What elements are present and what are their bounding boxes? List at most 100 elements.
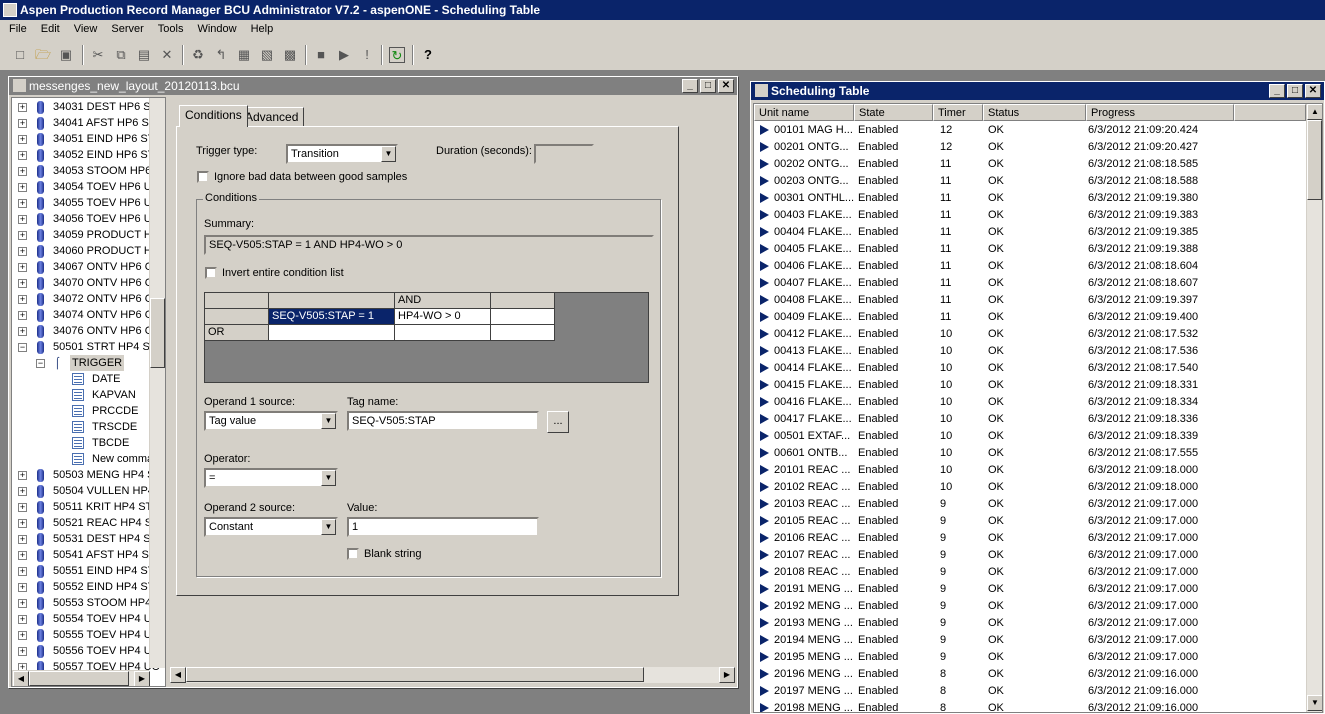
bcu-tree[interactable]: + 34031 DEST HP6 ST + 34041 AFST HP6 ST + … [11,97,166,687]
scroll-left-icon[interactable]: ◀ [13,671,29,686]
schedule-row[interactable]: 00202 ONTG... Enabled 11 OK 6/3/2012 21:08:1… [754,156,1306,173]
expand-icon[interactable]: + [18,231,27,240]
play-icon[interactable]: ▶ [336,47,352,63]
tree-hscroll-thumb[interactable] [29,671,129,686]
grid-cell-empty[interactable] [491,325,555,341]
tagname-input[interactable]: SEQ-V505:STAP [347,411,539,431]
properties-hscroll-thumb[interactable] [186,667,644,682]
schedule-row[interactable]: 20102 REAC ... Enabled 10 OK 6/3/2012 21:09:… [754,479,1306,496]
tree-unit[interactable]: + 50521 REAC HP4 ST [12,515,159,531]
tree-field[interactable]: DATE [12,371,149,387]
condition-grid[interactable]: AND SEQ-V505:STAP = 1 HP4-WO > 0 OR [204,292,649,383]
tree-unit[interactable]: − 50501 STRT HP4 ST [12,339,157,355]
expand-icon[interactable]: + [18,103,27,112]
tree-field[interactable]: PRCCDE [12,403,149,419]
tab-conditions[interactable]: Conditions [179,105,248,127]
scroll-left-icon[interactable]: ◀ [170,667,186,683]
schedule-row[interactable]: 00203 ONTG... Enabled 11 OK 6/3/2012 21:08:1… [754,173,1306,190]
schedule-row[interactable]: 20101 REAC ... Enabled 10 OK 6/3/2012 21:09:… [754,462,1306,479]
schedule-row[interactable]: 20193 MENG ... Enabled 9 OK 6/3/2012 21:09:1… [754,615,1306,632]
grid-cell-condition-1[interactable]: SEQ-V505:STAP = 1 [269,309,395,325]
col-header-unit[interactable]: Unit name [754,104,854,121]
schedule-row[interactable]: 20103 REAC ... Enabled 9 OK 6/3/2012 21:09:1… [754,496,1306,513]
menu-server[interactable]: Server [111,23,143,35]
grid-cell-empty[interactable] [491,309,555,325]
tree-field[interactable]: TRSCDE [12,419,149,435]
tree-unit[interactable]: + 50552 EIND HP4 ST [12,579,155,595]
grid-col-header-1[interactable] [269,293,395,309]
operand1-select[interactable]: Tag value ▼ [204,411,338,431]
operator-select[interactable]: = ▼ [204,468,338,488]
tree-unit[interactable]: + 50554 TOEV HP4 UC [12,611,160,627]
expand-icon[interactable]: + [18,183,27,192]
schedule-row[interactable]: 00415 FLAKE... Enabled 10 OK 6/3/2012 21:09:… [754,377,1306,394]
grid-cell-empty[interactable] [395,325,491,341]
expand-icon[interactable]: + [18,247,27,256]
grid-cell-empty[interactable] [269,325,395,341]
paste-icon[interactable]: ▤ [136,47,152,63]
tree-vscroll[interactable] [149,98,165,668]
add-unit-icon[interactable]: ♻ [190,47,206,63]
schedule-row[interactable]: 20191 MENG ... Enabled 9 OK 6/3/2012 21:09:1… [754,581,1306,598]
stop-icon[interactable]: ■ [313,47,329,63]
col-header-status[interactable]: Status [983,104,1086,121]
tree-unit[interactable]: + 34051 EIND HP6 ST [12,131,155,147]
add-table-icon[interactable]: ▩ [282,47,298,63]
expand-icon[interactable]: + [18,567,27,576]
tree-unit[interactable]: + 34053 STOOM HP6 [12,163,151,179]
grid-col-header-and[interactable]: AND [395,293,491,309]
collapse-icon[interactable]: − [36,359,45,368]
tree-vscroll-thumb[interactable] [150,298,165,368]
refresh-icon[interactable]: ↻ [389,47,405,63]
expand-icon[interactable]: + [18,599,27,608]
chevron-down-icon[interactable]: ▼ [321,519,336,535]
schedule-row[interactable]: 20194 MENG ... Enabled 9 OK 6/3/2012 21:09:1… [754,632,1306,649]
tree-unit[interactable]: + 50556 TOEV HP4 UC [12,643,160,659]
expand-icon[interactable]: + [18,551,27,560]
tree-unit[interactable]: + 34059 PRODUCT HF [12,227,159,243]
menu-view[interactable]: View [74,23,98,35]
tree-unit[interactable]: + 50551 EIND HP4 ST [12,563,155,579]
schedule-row[interactable]: 20106 REAC ... Enabled 9 OK 6/3/2012 21:09:1… [754,530,1306,547]
schedule-row[interactable]: 20105 REAC ... Enabled 9 OK 6/3/2012 21:09:1… [754,513,1306,530]
expand-icon[interactable]: + [18,119,27,128]
schedule-row[interactable]: 20192 MENG ... Enabled 9 OK 6/3/2012 21:09:1… [754,598,1306,615]
menu-window[interactable]: Window [197,23,236,35]
tree-unit[interactable]: + 34052 EIND HP6 ST [12,147,155,163]
expand-icon[interactable]: + [18,263,27,272]
tree-unit[interactable]: + 50511 KRIT HP4 STI [12,499,155,515]
tree-unit[interactable]: + 50555 TOEV HP4 UC [12,627,160,643]
grid-col-header-3[interactable] [491,293,555,309]
close-button[interactable]: ✕ [1305,84,1321,98]
schedule-row[interactable]: 00412 FLAKE... Enabled 10 OK 6/3/2012 21:08:… [754,326,1306,343]
chevron-down-icon[interactable]: ▼ [321,470,336,486]
expand-icon[interactable]: + [18,583,27,592]
tree-unit[interactable]: + 34056 TOEV HP6 UC [12,211,160,227]
minimize-button[interactable]: _ [682,79,698,93]
scroll-right-icon[interactable]: ▶ [719,667,735,683]
tree-field[interactable]: KAPVAN [12,387,149,403]
save-icon[interactable]: ▣ [58,47,74,63]
tree-trigger[interactable]: − ⌠ TRIGGER [12,355,149,371]
close-button[interactable]: ✕ [718,79,734,93]
expand-icon[interactable]: + [18,615,27,624]
tree-unit[interactable]: + 34054 TOEV HP6 UC [12,179,160,195]
schedule-row[interactable]: 20108 REAC ... Enabled 9 OK 6/3/2012 21:09:1… [754,564,1306,581]
app-icon[interactable] [3,3,17,17]
cut-icon[interactable]: ✂ [90,47,106,63]
grid-cell-condition-2[interactable]: HP4-WO > 0 [395,309,491,325]
schedule-row[interactable]: 20196 MENG ... Enabled 8 OK 6/3/2012 21:09:1… [754,666,1306,683]
scroll-down-icon[interactable]: ▼ [1307,695,1322,711]
tab-advanced[interactable]: Advanced [239,107,305,127]
expand-icon[interactable]: + [18,631,27,640]
expand-icon[interactable]: + [18,487,27,496]
chevron-down-icon[interactable]: ▼ [381,146,396,162]
help-icon[interactable]: ? [420,47,436,63]
tree-unit[interactable]: + 34076 ONTV HP6 O' [12,323,155,339]
tree-unit[interactable]: + 50531 DEST HP4 ST [12,531,157,547]
schedule-row[interactable]: 00403 FLAKE... Enabled 11 OK 6/3/2012 21:09:… [754,207,1306,224]
copy-icon[interactable]: ⧉ [113,47,129,63]
expand-icon[interactable]: + [18,199,27,208]
tree-unit[interactable]: + 34072 ONTV HP6 O' [12,291,155,307]
schedule-row[interactable]: 00413 FLAKE... Enabled 10 OK 6/3/2012 21:08:… [754,343,1306,360]
